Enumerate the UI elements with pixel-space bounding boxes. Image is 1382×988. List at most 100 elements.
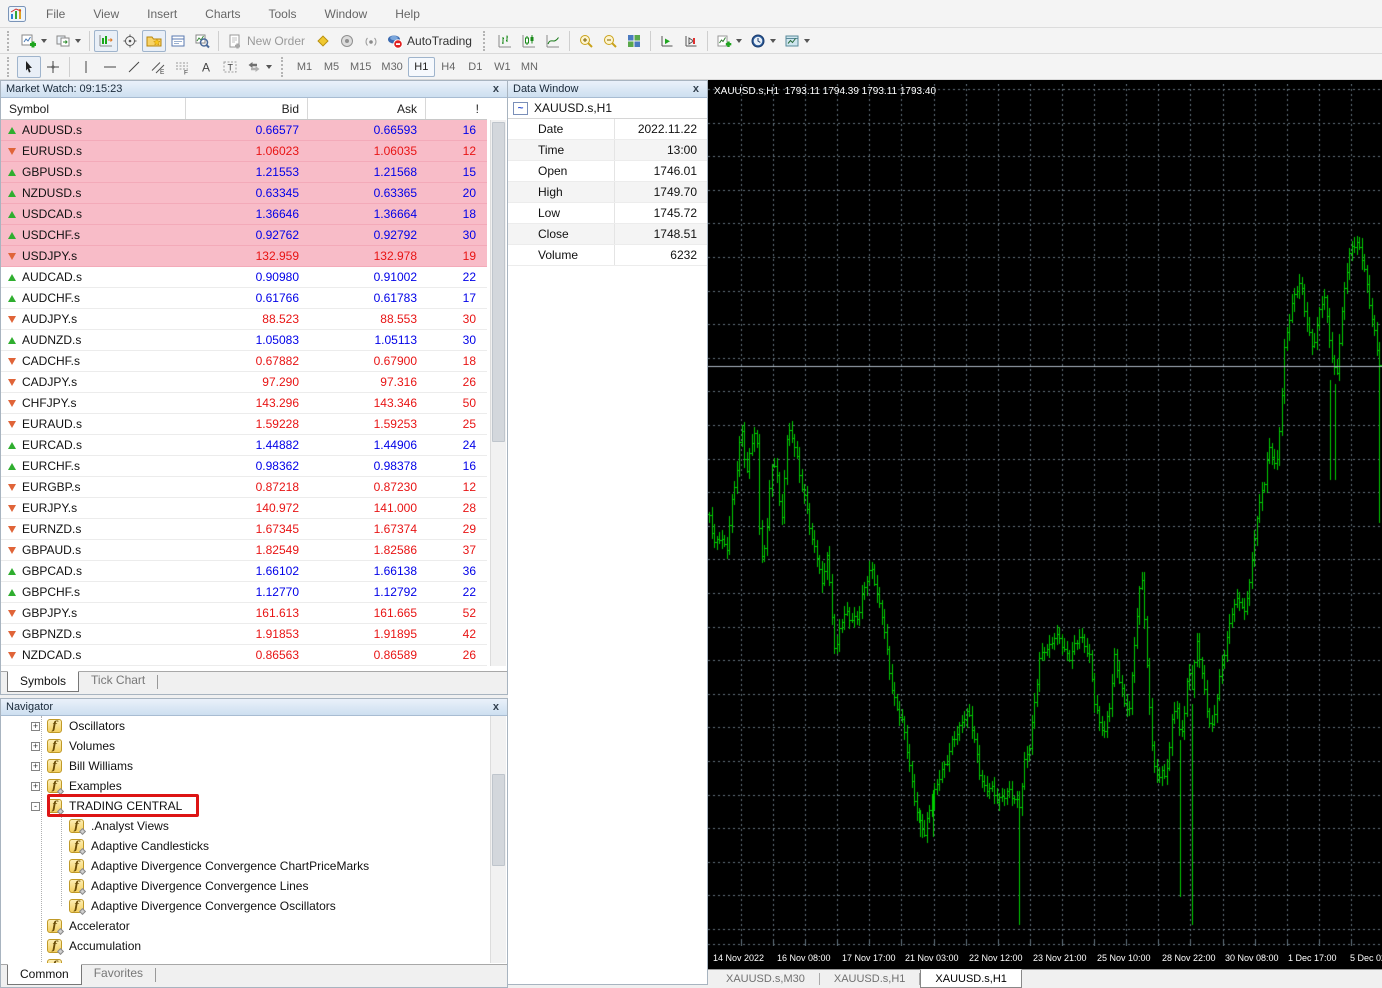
candlestick-chart-button[interactable]: [517, 30, 541, 52]
new-order-button[interactable]: New Order: [223, 30, 311, 52]
signals-button[interactable]: [359, 30, 383, 52]
timeframe-m1[interactable]: M1: [291, 57, 318, 77]
menu-file[interactable]: File: [32, 3, 79, 25]
templates-button[interactable]: [780, 30, 814, 52]
periods-button[interactable]: [746, 30, 780, 52]
menu-tools[interactable]: Tools: [255, 3, 311, 25]
tree-item-bill-williams[interactable]: +fBill Williams: [31, 756, 133, 776]
table-row[interactable]: AUDJPY.s88.52388.55330: [1, 309, 487, 330]
expand-icon[interactable]: +: [31, 722, 40, 731]
arrows-button[interactable]: [242, 56, 276, 78]
autotrading-button[interactable]: AutoTrading: [383, 30, 478, 52]
close-icon[interactable]: x: [490, 83, 502, 95]
table-row[interactable]: AUDNZD.s1.050831.0511330: [1, 330, 487, 351]
chart-tab[interactable]: XAUUSD.s,H1: [920, 969, 1022, 988]
tree-item[interactable]: f: [31, 956, 62, 963]
tab-common[interactable]: Common: [7, 964, 82, 985]
indicators-button[interactable]: [712, 30, 746, 52]
market-watch-scrollbar[interactable]: [490, 120, 506, 666]
table-row[interactable]: USDCAD.s1.366461.3666418: [1, 204, 487, 225]
tree-item-accumulation[interactable]: fAccumulation: [31, 936, 141, 956]
table-row[interactable]: GBPCAD.s1.661021.6613836: [1, 561, 487, 582]
tree-item-adaptive-divergence-convergence-lines[interactable]: fAdaptive Divergence Convergence Lines: [69, 876, 308, 896]
column-symbol[interactable]: Symbol: [1, 98, 186, 119]
tree-item-adaptive-divergence-convergence-chartpricemarks[interactable]: fAdaptive Divergence Convergence ChartPr…: [69, 856, 369, 876]
text-button[interactable]: A: [194, 56, 218, 78]
trendline-button[interactable]: [122, 56, 146, 78]
table-row[interactable]: EURGBP.s0.872180.8723012: [1, 477, 487, 498]
tree-item-adaptive-divergence-convergence-oscillators[interactable]: fAdaptive Divergence Convergence Oscilla…: [69, 896, 336, 916]
bar-chart-button[interactable]: [493, 30, 517, 52]
navigator-scrollbar[interactable]: [490, 716, 506, 963]
vertical-line-button[interactable]: [74, 56, 98, 78]
chart-play-button[interactable]: [655, 30, 679, 52]
zoom-out-button[interactable]: [598, 30, 622, 52]
table-row[interactable]: NZDUSD.s0.633450.6336520: [1, 183, 487, 204]
menu-insert[interactable]: Insert: [133, 3, 191, 25]
chart-window[interactable]: XAUUSD.s,H1 1793.11 1794.39 1793.11 1793…: [708, 80, 1382, 969]
experts-button[interactable]: [335, 30, 359, 52]
table-row[interactable]: EURCAD.s1.448821.4490624: [1, 435, 487, 456]
table-row[interactable]: AUDCAD.s0.909800.9100222: [1, 267, 487, 288]
tab-tick-chart[interactable]: Tick Chart: [79, 671, 157, 690]
table-row[interactable]: USDCHF.s0.927620.9279230: [1, 225, 487, 246]
menu-view[interactable]: View: [79, 3, 133, 25]
collapse-icon[interactable]: -: [31, 802, 40, 811]
channel-button[interactable]: E: [146, 56, 170, 78]
expand-icon[interactable]: +: [31, 742, 40, 751]
table-row[interactable]: CADCHF.s0.678820.6790018: [1, 351, 487, 372]
table-row[interactable]: GBPUSD.s1.215531.2156815: [1, 162, 487, 183]
table-row[interactable]: EURAUD.s1.592281.5925325: [1, 414, 487, 435]
table-row[interactable]: EURCHF.s0.983620.9837816: [1, 456, 487, 477]
chart-time-axis[interactable]: 14 Nov 202216 Nov 08:0017 Nov 17:0021 No…: [708, 949, 1382, 969]
column-ask[interactable]: Ask: [308, 98, 426, 119]
timeframe-h4[interactable]: H4: [435, 57, 462, 77]
tree-item-oscillators[interactable]: +fOscillators: [31, 716, 125, 736]
chart-stop-button[interactable]: [679, 30, 703, 52]
new-chart-button[interactable]: [17, 30, 51, 52]
strategy-tester-button[interactable]: [190, 30, 214, 52]
tree-item--analyst-views[interactable]: f.Analyst Views: [69, 816, 169, 836]
timeframe-m15[interactable]: M15: [345, 57, 376, 77]
table-row[interactable]: AUDUSD.s0.665770.6659316: [1, 120, 487, 141]
table-row[interactable]: USDJPY.s132.959132.97819: [1, 246, 487, 267]
terminal-toggle-button[interactable]: [166, 30, 190, 52]
column-spread[interactable]: !: [426, 98, 487, 119]
chart-tab[interactable]: XAUUSD.s,H1: [820, 970, 920, 988]
close-icon[interactable]: x: [690, 83, 702, 95]
tab-symbols[interactable]: Symbols: [7, 671, 79, 692]
timeframe-h1[interactable]: H1: [408, 57, 435, 77]
chart-shift-button[interactable]: [94, 30, 118, 52]
navigator-toggle-button[interactable]: [142, 30, 166, 52]
timeframe-mn[interactable]: MN: [516, 57, 543, 77]
text-label-button[interactable]: T: [218, 56, 242, 78]
horizontal-line-button[interactable]: [98, 56, 122, 78]
timeframe-m30[interactable]: M30: [376, 57, 407, 77]
tree-item-accelerator[interactable]: fAccelerator: [31, 916, 130, 936]
scrollbar-thumb[interactable]: [492, 774, 505, 866]
tab-favorites[interactable]: Favorites: [82, 964, 155, 983]
table-row[interactable]: CHFJPY.s143.296143.34650: [1, 393, 487, 414]
table-row[interactable]: NZDCAD.s0.865630.8658926: [1, 645, 487, 666]
table-row[interactable]: EURNZD.s1.673451.6737429: [1, 519, 487, 540]
timeframe-d1[interactable]: D1: [462, 57, 489, 77]
tree-item-examples[interactable]: +fExamples: [31, 776, 122, 796]
metaeditor-button[interactable]: [311, 30, 335, 52]
price-chart-canvas[interactable]: [708, 84, 1382, 946]
crosshair-button[interactable]: [41, 56, 65, 78]
column-bid[interactable]: Bid: [186, 98, 308, 119]
table-row[interactable]: AUDCHF.s0.617660.6178317: [1, 288, 487, 309]
close-icon[interactable]: x: [490, 701, 502, 713]
profiles-button[interactable]: [51, 30, 85, 52]
table-row[interactable]: GBPJPY.s161.613161.66552: [1, 603, 487, 624]
chart-tab[interactable]: XAUUSD.s,M30: [712, 970, 819, 988]
table-row[interactable]: EURUSD.s1.060231.0603512: [1, 141, 487, 162]
fibonacci-button[interactable]: F: [170, 56, 194, 78]
tree-item-volumes[interactable]: +fVolumes: [31, 736, 115, 756]
table-row[interactable]: GBPCHF.s1.127701.1279222: [1, 582, 487, 603]
zoom-in-button[interactable]: [574, 30, 598, 52]
timeframe-m5[interactable]: M5: [318, 57, 345, 77]
table-row[interactable]: EURJPY.s140.972141.00028: [1, 498, 487, 519]
menu-charts[interactable]: Charts: [191, 3, 254, 25]
cursor-button[interactable]: [17, 56, 41, 78]
